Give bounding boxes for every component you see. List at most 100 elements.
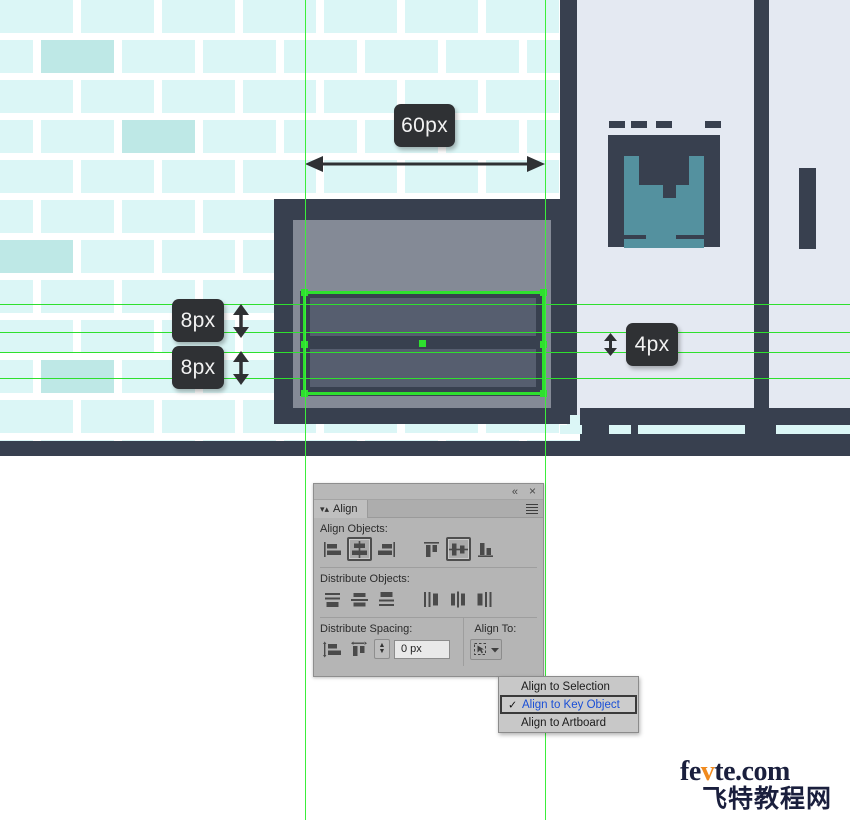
- horizontal-distribute-center-button[interactable]: [446, 587, 471, 611]
- vertical-distribute-spacing-icon: [323, 641, 341, 657]
- brick: [486, 80, 559, 113]
- picture-frame: [608, 135, 720, 248]
- gap-bottom-measure-arrow: [233, 351, 249, 385]
- measure-badge-gap-bottom: 8px: [172, 346, 224, 389]
- floor-tile-4: [776, 425, 850, 434]
- distribute-spacing-left: Distribute Spacing: ▲ ▼ 0 px: [314, 618, 463, 665]
- menu-item-label: Align to Selection: [521, 680, 610, 693]
- spacing-input[interactable]: 0 px: [394, 639, 450, 659]
- menu-item-0[interactable]: Align to Selection: [499, 678, 638, 695]
- floor-tile-1: [560, 425, 582, 434]
- vertical-distribute-bottom-icon: [379, 591, 394, 606]
- tab-align[interactable]: ▾▴ Align: [314, 500, 368, 518]
- watermark-latin-after: te.com: [714, 756, 790, 787]
- close-icon[interactable]: ×: [529, 485, 536, 498]
- watermark-chinese: 飞特教程网: [702, 784, 833, 813]
- frame-tick-3: [656, 121, 672, 128]
- brick: [445, 40, 519, 73]
- floor-strip: [0, 441, 850, 456]
- vertical-distribute-top-icon: [325, 592, 340, 607]
- vertical-distribute-spacing-button[interactable]: [320, 637, 345, 661]
- vertical-align-top-icon: [424, 541, 439, 557]
- horizontal-distribute-spacing-button[interactable]: [347, 637, 372, 661]
- menu-item-1[interactable]: ✓ Align to Key Object: [500, 695, 637, 714]
- brick: [0, 80, 73, 113]
- measure-badge-width: 60px: [394, 104, 455, 147]
- brick: [40, 200, 114, 233]
- brick: [0, 400, 73, 433]
- spacing-stepper[interactable]: ▲ ▼: [374, 639, 390, 659]
- panel-tab-row[interactable]: ▾▴ Align: [314, 500, 543, 518]
- check-icon: ✓: [508, 699, 518, 711]
- align-to-dropdown-menu[interactable]: Align to Selection ✓ Align to Key Object Al…: [498, 676, 639, 733]
- brick: [81, 0, 154, 33]
- vertical-align-center-icon: [449, 543, 468, 555]
- distribute-objects-label: Distribute Objects:: [320, 573, 410, 585]
- horizontal-align-left-button[interactable]: [320, 537, 345, 561]
- horizontal-distribute-left-button[interactable]: [419, 587, 444, 611]
- selection-center-point: [419, 340, 426, 347]
- right-unit-bar: [799, 168, 816, 249]
- updown-arrows-icon: ▾▴: [320, 503, 330, 514]
- brick: [0, 0, 73, 33]
- align-to-key-object-icon: [474, 643, 487, 655]
- brick: [324, 0, 397, 33]
- vertical-distribute-bottom-button[interactable]: [374, 587, 399, 611]
- vertical-distribute-center-button[interactable]: [347, 587, 372, 611]
- brick: [283, 120, 357, 153]
- horizontal-align-center-button[interactable]: [347, 537, 372, 561]
- horizontal-distribute-right-button[interactable]: [473, 587, 498, 611]
- align-to-section: Align To:: [463, 618, 543, 666]
- measure-badge-gap-top: 8px: [172, 299, 224, 342]
- horizontal-distribute-center-icon: [451, 591, 465, 607]
- panel-menu-icon[interactable]: [526, 504, 538, 514]
- art-pixel-6: [689, 156, 704, 220]
- brick: [283, 40, 357, 73]
- brick: [81, 400, 154, 433]
- distribute-spacing-row: ▲ ▼ 0 px: [314, 637, 463, 665]
- horizontal-distribute-spacing-icon: [351, 641, 367, 656]
- distribute-spacing-label: Distribute Spacing:: [320, 623, 413, 635]
- vertical-distribute-top-button[interactable]: [320, 587, 345, 611]
- vertical-align-center-button[interactable]: [446, 537, 471, 561]
- brick: [324, 80, 397, 113]
- vertical-distribute-center-icon: [351, 592, 368, 606]
- distribute-objects-row: [314, 587, 543, 615]
- brick: [405, 0, 478, 33]
- vertical-align-bottom-button[interactable]: [473, 537, 498, 561]
- smart-guide-vertical-1: [305, 0, 306, 820]
- align-objects-label: Align Objects:: [320, 523, 388, 535]
- watermark-latin: fevte.com: [680, 758, 845, 786]
- brick: [364, 40, 438, 73]
- horizontal-align-right-icon: [378, 541, 395, 557]
- art-pixel-8: [646, 235, 676, 248]
- brick: [0, 160, 73, 193]
- frame-tick-4: [705, 121, 721, 128]
- brick: [202, 120, 276, 153]
- measure-badge-gap-right: 4px: [626, 323, 678, 366]
- brick: [81, 240, 154, 273]
- vertical-align-top-button[interactable]: [419, 537, 444, 561]
- brick: [202, 40, 276, 73]
- panel-body: Align Objects: Distribute Objects: Distr…: [314, 518, 543, 666]
- horizontal-distribute-right-icon: [477, 591, 492, 607]
- brick: [162, 400, 235, 433]
- art-pixel-4: [663, 198, 676, 220]
- align-panel[interactable]: « × ▾▴ Align Align Objects: Distribute O…: [313, 483, 544, 677]
- horizontal-align-right-button[interactable]: [374, 537, 399, 561]
- menu-item-2[interactable]: Align to Artboard: [499, 714, 638, 731]
- brick: [0, 40, 33, 73]
- gap-top-measure-arrow: [233, 304, 249, 338]
- brick: [0, 280, 33, 313]
- panel-titlebar[interactable]: « ×: [314, 484, 543, 500]
- collapse-icon[interactable]: «: [512, 486, 518, 498]
- brick: [121, 120, 195, 153]
- watermark-latin-before: fe: [680, 756, 701, 787]
- vertical-align-bottom-icon: [478, 542, 493, 557]
- align-to-dropdown-button[interactable]: [470, 639, 503, 660]
- horizontal-align-left-icon: [324, 541, 341, 557]
- align-objects-row: [314, 537, 543, 565]
- brick: [162, 0, 235, 33]
- floor-tile-2: [609, 425, 631, 434]
- stepper-down-icon[interactable]: ▼: [379, 648, 386, 655]
